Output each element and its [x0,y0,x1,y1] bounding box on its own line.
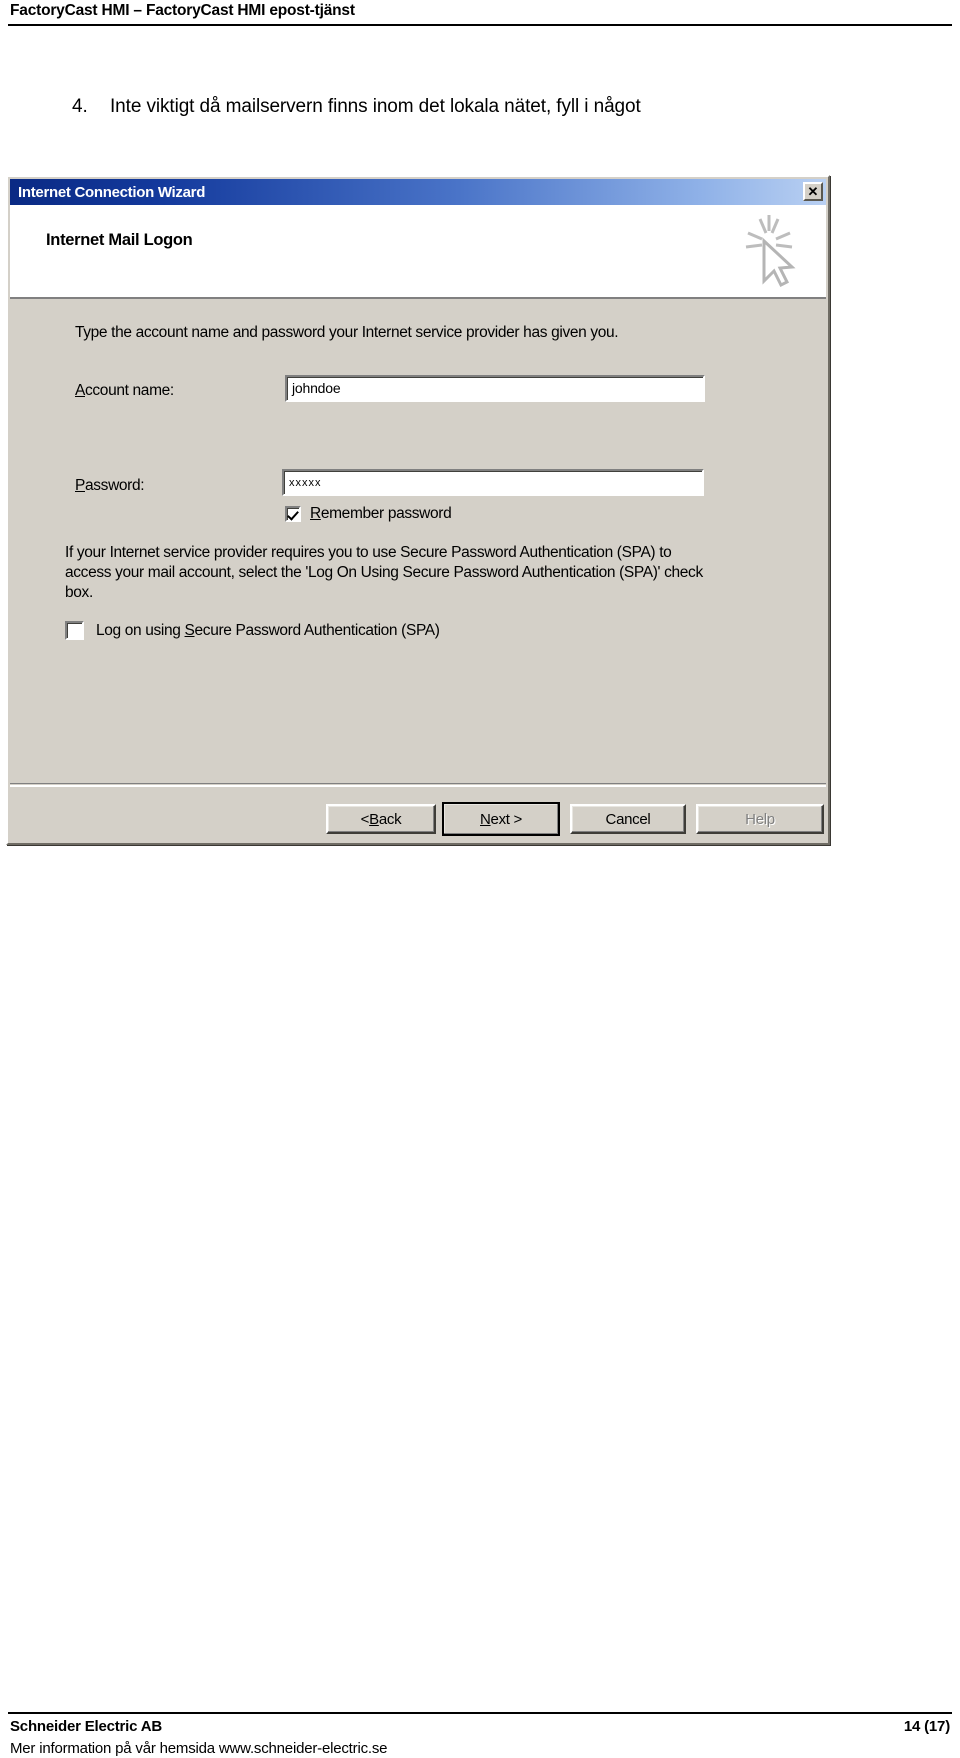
wizard-banner: Internet Mail Logon [10,205,826,299]
back-button-rest: ack [378,810,402,828]
step-instruction: 4. Inte viktigt då mailservern finns inom… [72,96,922,118]
password-accel: P [75,477,85,494]
cursor-sparkle-icon [734,211,804,293]
account-name-accel: A [75,382,85,399]
step-text: Inte viktigt då mailservern finns inom d… [110,96,641,117]
spa-label-part2: ecure Password Authentication (SPA) [194,621,440,639]
next-button[interactable]: Next > [442,802,560,836]
spa-checkbox-row[interactable]: Log on using Secure Password Authenticat… [65,621,440,640]
password-label: Password: [75,477,145,495]
spa-description: If your Internet service provider requir… [65,544,703,601]
next-button-rest: ext > [490,810,523,828]
back-button-accel: B [369,810,379,828]
password-masked-value: xxxxx [289,477,322,489]
internet-connection-wizard-dialog: Internet Connection Wizard ✕ Internet Ma… [6,175,830,845]
spa-label-part1: Log on using [96,621,185,639]
back-button[interactable]: < Back [326,804,436,834]
back-button-prefix: < [360,810,370,828]
remember-password-label-rest: emember password [320,505,452,522]
spa-checkbox[interactable] [65,621,84,640]
footer-info: Mer information på vår hemsida www.schne… [10,1740,388,1757]
account-name-label: Account name: [75,382,174,400]
wizard-button-bar: < Back Next > Cancel Help [10,783,826,841]
cancel-button[interactable]: Cancel [570,804,686,834]
document-header: FactoryCast HMI – FactoryCast HMI epost-… [0,0,960,34]
account-name-input[interactable]: johndoe [285,375,705,402]
footer-page-number: 14 (17) [903,1718,950,1735]
remember-password-label: Remember password [310,505,452,523]
remember-password-row[interactable]: Remember password [285,505,452,523]
document-footer-divider [8,1712,952,1714]
step-number: 4. [72,96,88,117]
document-header-title: FactoryCast HMI – FactoryCast HMI epost-… [10,2,355,19]
dialog-titlebar[interactable]: Internet Connection Wizard ✕ [10,179,826,205]
help-button: Help [696,804,824,834]
password-input[interactable]: xxxxx [282,469,704,496]
document-header-divider [8,24,952,26]
close-icon[interactable]: ✕ [803,182,823,201]
remember-password-checkbox[interactable] [285,506,301,522]
spa-label-accel: S [184,621,195,639]
next-button-accel: N [480,810,491,828]
dialog-title: Internet Connection Wizard [18,183,206,201]
account-name-label-rest: ccount name: [85,382,174,399]
footer-company: Schneider Electric AB [10,1718,162,1735]
intro-text: Type the account name and password your … [75,324,619,341]
wizard-banner-heading: Internet Mail Logon [46,231,193,249]
spa-checkbox-label: Log on using Secure Password Authenticat… [96,622,440,640]
password-label-rest: assword: [85,477,145,494]
remember-password-accel: R [310,505,321,522]
wizard-body: Type the account name and password your … [10,299,826,785]
